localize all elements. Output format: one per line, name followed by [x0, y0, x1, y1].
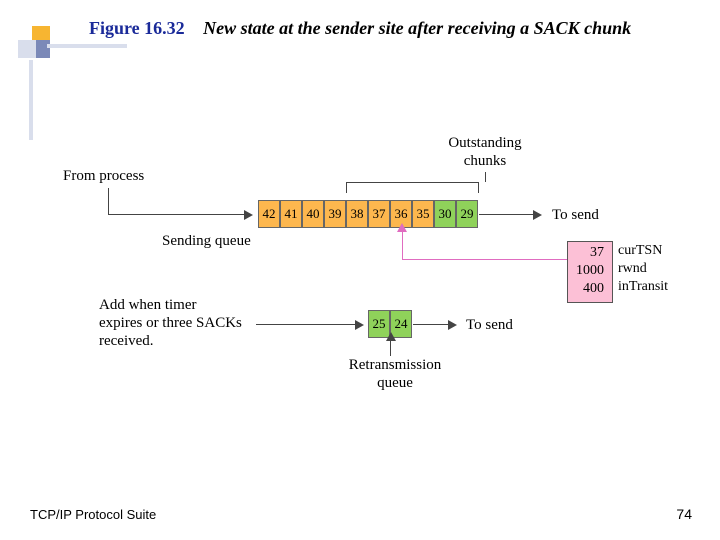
ornament-bar-v — [29, 60, 33, 140]
curtsn-pointer-arrow — [397, 223, 407, 232]
bracket-stem — [485, 172, 486, 182]
slide-bullet-ornament — [18, 26, 52, 60]
to-send1-label: To send — [552, 206, 599, 224]
sending-cell: 30 — [434, 200, 456, 228]
sending-queue-label: Sending queue — [162, 232, 251, 250]
state-box: 37 1000 400 — [567, 241, 613, 303]
sending-cell: 39 — [324, 200, 346, 228]
add-timer-arrow — [355, 320, 364, 330]
to-send1-line — [479, 214, 534, 215]
outstanding-label: Outstanding chunks — [430, 134, 540, 170]
sending-cell: 40 — [302, 200, 324, 228]
from-process-arrow — [244, 210, 253, 220]
footer-page: 74 — [676, 506, 692, 522]
footer-source: TCP/IP Protocol Suite — [30, 507, 156, 522]
curtsn-pointer-v — [402, 231, 403, 259]
ornament-bar-h — [47, 44, 127, 48]
sending-cell: 37 — [368, 200, 390, 228]
state-intransit-key: inTransit — [618, 279, 668, 297]
retrans-queue-label: Retransmission queue — [335, 356, 455, 392]
state-curtsn-val: 37 — [576, 245, 604, 263]
state-curtsn-key: curTSN — [618, 243, 668, 261]
to-send2-arrow — [448, 320, 457, 330]
sending-cell: 38 — [346, 200, 368, 228]
retrans-leader — [390, 340, 391, 356]
to-send1-arrow — [533, 210, 542, 220]
curtsn-pointer-h — [402, 259, 567, 260]
sending-cell: 35 — [412, 200, 434, 228]
from-process-line-v — [108, 188, 109, 214]
figure-title: Figure 16.32 New state at the sender sit… — [89, 18, 631, 39]
to-send2-label: To send — [466, 316, 513, 334]
sending-cell: 41 — [280, 200, 302, 228]
state-rwnd-val: 1000 — [576, 263, 604, 281]
state-keys: curTSN rwnd inTransit — [618, 243, 668, 297]
figure-caption: New state at the sender site after recei… — [203, 18, 631, 38]
retrans-leader-arrow — [386, 332, 396, 341]
to-send2-line — [413, 324, 449, 325]
outstanding-bracket — [346, 182, 479, 193]
state-intransit-val: 400 — [576, 281, 604, 299]
sending-cell: 29 — [456, 200, 478, 228]
add-timer-label: Add when timer expires or three SACKs re… — [99, 296, 242, 350]
sending-cell: 42 — [258, 200, 280, 228]
add-timer-line — [256, 324, 356, 325]
from-process-label: From process — [63, 167, 144, 185]
from-process-line-h — [108, 214, 245, 215]
figure-number: Figure 16.32 — [89, 18, 185, 38]
state-rwnd-key: rwnd — [618, 261, 668, 279]
